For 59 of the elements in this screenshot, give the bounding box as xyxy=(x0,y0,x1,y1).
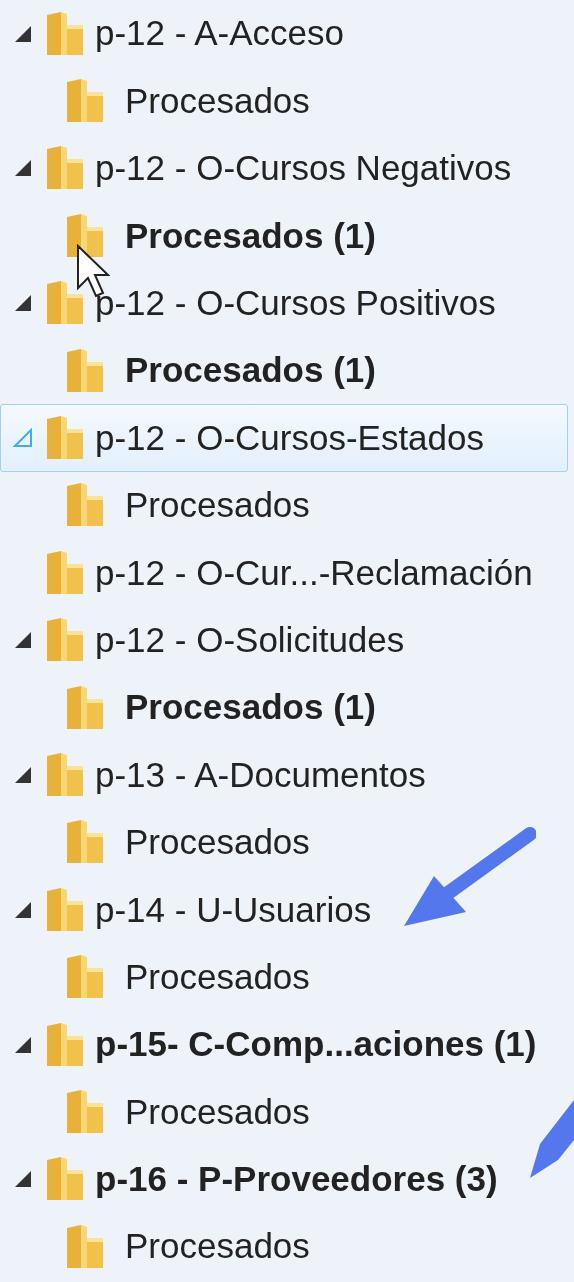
folder-icon xyxy=(65,684,105,731)
folder-row[interactable]: Procesados xyxy=(0,1213,317,1281)
arrow-icon xyxy=(404,826,536,928)
folder-label: p-12 - O-Cursos Negativos xyxy=(95,147,512,190)
folder-icon xyxy=(45,1156,85,1203)
folder-row[interactable]: Procesados (1) xyxy=(0,336,383,405)
folder-label: p-14 - U-Usuarios xyxy=(95,888,372,931)
folder-label: p-13 - A-Documentos xyxy=(95,753,426,796)
folder-label: Procesados xyxy=(125,484,310,527)
folder-icon xyxy=(45,1021,85,1068)
folder-icon xyxy=(45,280,85,327)
folder-icon xyxy=(45,549,85,596)
folder-row[interactable]: p-12 - O-Cursos-Estados xyxy=(0,404,568,472)
folder-icon xyxy=(45,145,85,192)
folder-icon xyxy=(65,1088,105,1135)
folder-label: Procesados xyxy=(125,1225,310,1268)
folder-icon xyxy=(65,482,105,529)
folder-label: p-12 - O-Cursos-Estados xyxy=(95,416,485,459)
folder-row[interactable]: p-12 - O-Cursos Positivos xyxy=(0,269,568,337)
folder-label: Procesados (1) xyxy=(125,214,376,257)
folder-row[interactable]: Procesados xyxy=(0,808,317,877)
folder-row[interactable]: p-12 - A-Acceso xyxy=(0,0,568,68)
folder-icon xyxy=(65,954,105,1001)
folder-label: Procesados xyxy=(125,955,310,998)
folder-row[interactable]: p-13 - A-Documentos xyxy=(0,741,568,809)
folder-row[interactable]: Procesados xyxy=(0,943,317,1011)
folder-icon xyxy=(65,1223,105,1270)
folder-label: Procesados (1) xyxy=(125,686,376,729)
folder-label: Procesados xyxy=(125,821,310,864)
folder-row[interactable]: p-14 - U-Usuarios xyxy=(0,876,568,944)
folder-icon xyxy=(45,10,85,57)
folder-row[interactable]: Procesados xyxy=(0,1078,317,1146)
folder-row[interactable]: p-16 - P-Proveedores (3) xyxy=(0,1145,568,1214)
folder-icon xyxy=(65,819,105,866)
folder-icon xyxy=(65,212,105,259)
folder-label: p-12 - O-Cur...-Reclamación xyxy=(95,551,533,594)
folder-icon xyxy=(45,886,85,933)
folder-icon xyxy=(45,617,85,664)
folder-row[interactable]: p-12 - O-Cursos Negativos xyxy=(0,134,568,203)
folder-label: p-16 - P-Proveedores (3) xyxy=(95,1158,498,1201)
folder-label: Procesados (1) xyxy=(125,349,376,392)
folder-icon xyxy=(45,752,85,798)
folder-row[interactable]: Procesados xyxy=(0,471,317,540)
folder-row[interactable]: p-15- C-Comp...aciones (1) xyxy=(0,1010,568,1079)
folder-label: p-12 - A-Acceso xyxy=(95,12,344,55)
folder-row[interactable]: p-12 - O-Solicitudes xyxy=(0,606,568,674)
folder-label: p-12 - O-Cursos Positivos xyxy=(95,282,496,324)
folder-icon xyxy=(45,415,85,462)
folder-row[interactable]: p-12 - O-Cur...-Reclamación xyxy=(0,539,568,607)
folder-label: p-15- C-Comp...aciones (1) xyxy=(95,1023,537,1066)
folder-row[interactable]: Procesados xyxy=(0,67,317,135)
folder-label: Procesados xyxy=(125,1090,310,1133)
folder-icon xyxy=(65,347,105,394)
folder-row[interactable]: Procesados (1) xyxy=(0,673,383,742)
folder-icon xyxy=(65,78,105,125)
folder-label: p-12 - O-Solicitudes xyxy=(95,618,405,661)
folder-label: Procesados xyxy=(125,79,310,122)
arrow-icon xyxy=(528,1100,574,1180)
folder-row[interactable]: Procesados (1) xyxy=(0,202,383,270)
